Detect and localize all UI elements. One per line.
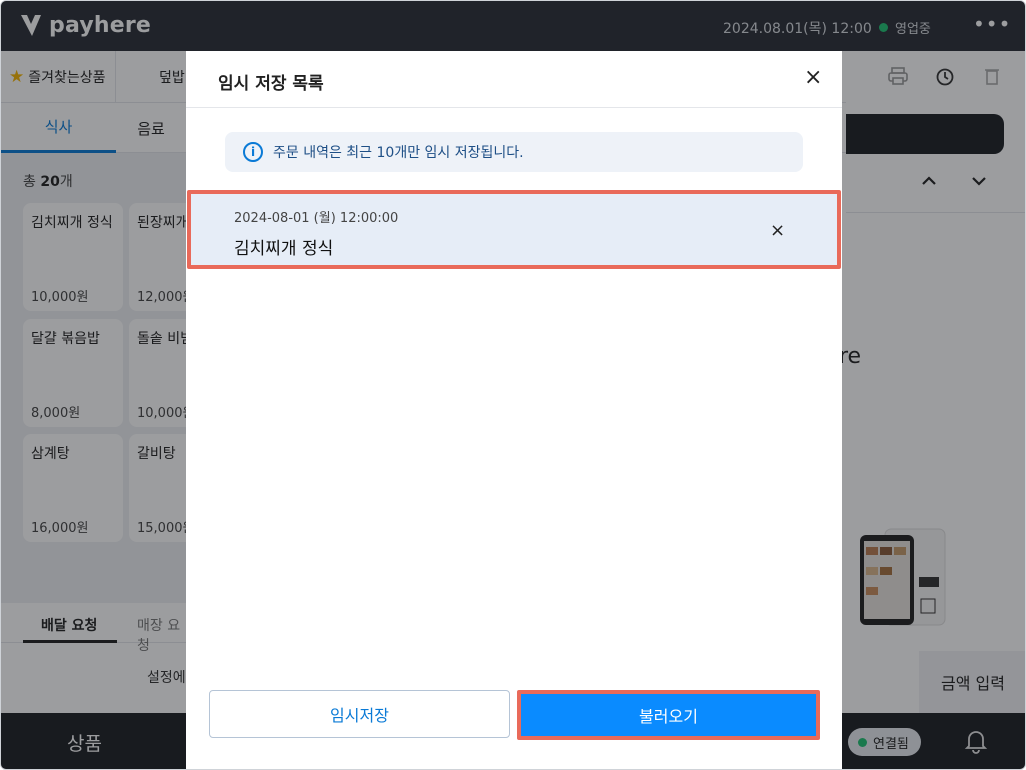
load-button-highlight: 불러오기 xyxy=(517,690,820,740)
load-button[interactable]: 불러오기 xyxy=(521,694,816,736)
info-banner: i 주문 내역은 최근 10개만 임시 저장됩니다. xyxy=(225,132,803,172)
saved-order-datetime: 2024-08-01 (월) 12:00:00 xyxy=(234,211,399,226)
info-icon: i xyxy=(243,142,263,162)
delete-close-icon[interactable]: × xyxy=(770,220,785,241)
modal-title: 임시 저장 목록 xyxy=(218,74,324,94)
app-frame: payhere 2024.08.01(목) 12:00 영업중 ••• ★ 즐겨… xyxy=(0,0,1026,770)
modal-header: 임시 저장 목록 × xyxy=(186,51,842,108)
close-icon[interactable]: × xyxy=(804,65,822,90)
temp-save-modal: 임시 저장 목록 × i 주문 내역은 최근 10개만 임시 저장됩니다. 20… xyxy=(186,51,842,769)
info-text: 주문 내역은 최근 10개만 임시 저장됩니다. xyxy=(273,145,524,161)
temp-save-button[interactable]: 임시저장 xyxy=(209,690,510,738)
saved-order-name: 김치찌개 정식 xyxy=(234,239,334,259)
saved-order-item[interactable]: 2024-08-01 (월) 12:00:00 김치찌개 정식 × xyxy=(187,190,841,269)
